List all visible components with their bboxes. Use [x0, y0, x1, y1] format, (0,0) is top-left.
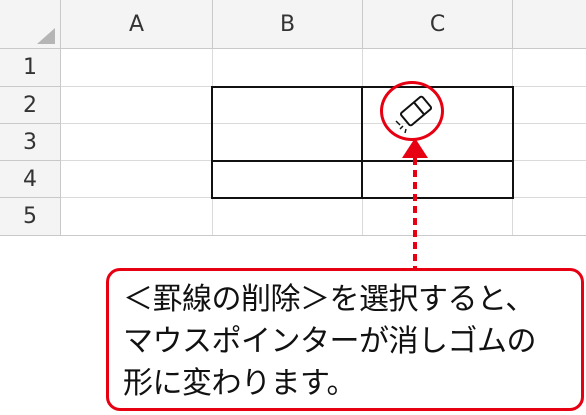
cell-border-left [211, 86, 213, 199]
pointer-arrow [402, 138, 428, 270]
row-header-2[interactable]: 2 [0, 87, 61, 124]
callout-line-2: マウスポインターが消しゴムの [123, 324, 537, 359]
row-header-4[interactable]: 4 [0, 161, 61, 198]
column-header-d[interactable] [513, 0, 586, 49]
column-header-b[interactable]: B [213, 0, 363, 49]
cell-border-right [512, 86, 514, 199]
explanation-callout: ＜罫線の削除＞を選択すると、 マウスポインターが消しゴムの 形に変わります。 [106, 268, 584, 411]
cell-border-center [361, 86, 363, 199]
row-header-3[interactable]: 3 [0, 124, 61, 161]
spreadsheet-grid: A B C 1 2 3 4 5 [0, 0, 586, 236]
row-header-5[interactable]: 5 [0, 198, 61, 236]
column-header-a[interactable]: A [61, 0, 213, 49]
callout-line-1: ＜罫線の削除＞を選択すると、 [123, 282, 535, 317]
highlight-circle [380, 81, 444, 141]
row-header-1[interactable]: 1 [0, 49, 61, 87]
callout-line-3: 形に変わります。 [123, 366, 357, 401]
gridline [61, 123, 586, 124]
sheet-bottom-edge [0, 235, 586, 236]
select-all-triangle-icon [37, 28, 55, 44]
select-all-corner[interactable] [0, 0, 61, 49]
column-header-c[interactable]: C [363, 0, 513, 49]
